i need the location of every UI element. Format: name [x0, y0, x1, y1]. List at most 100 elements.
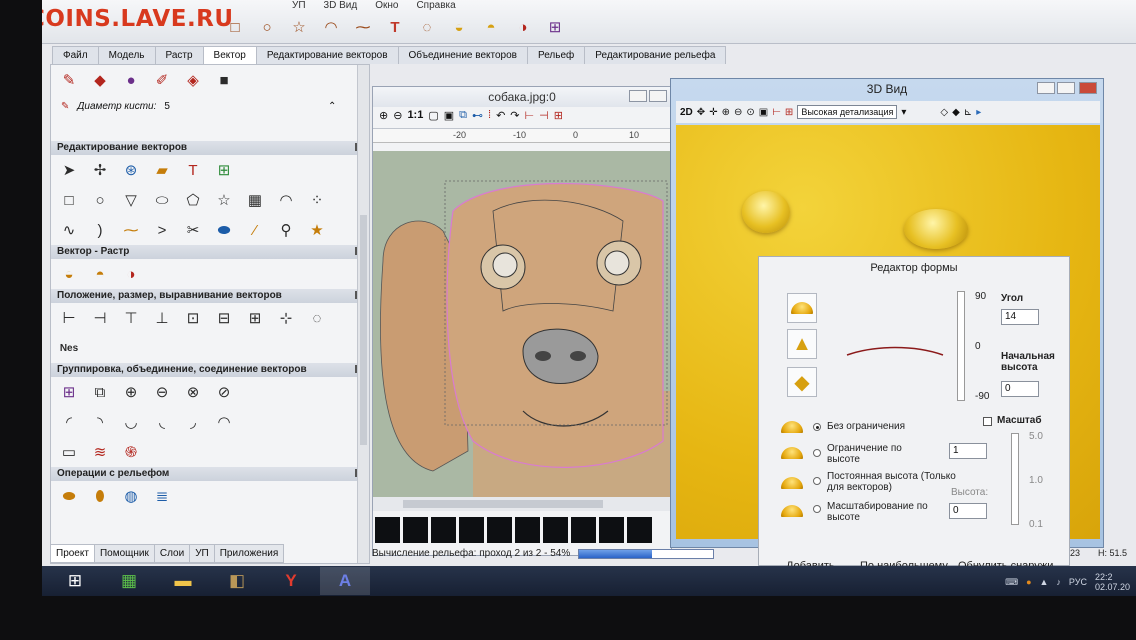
intersect-icon[interactable]: ⊗ — [181, 381, 205, 403]
ruler-icon[interactable]: ⊢ — [772, 107, 781, 118]
center-vertical-icon[interactable]: ⊟ — [212, 307, 236, 329]
text-icon[interactable]: T — [382, 14, 408, 40]
snap-icon[interactable]: ⊷ — [472, 109, 483, 126]
move-icon[interactable]: ✛ — [709, 107, 717, 118]
vector-to-raster-icon[interactable]: ◒ — [57, 263, 81, 285]
chevron-up-icon[interactable]: ⌃ — [328, 101, 336, 112]
antivirus-icon[interactable]: ● — [1026, 577, 1031, 587]
menu-help[interactable]: Справка — [416, 0, 455, 12]
panel-scrollbar[interactable] — [357, 65, 369, 563]
frame-thumb[interactable] — [515, 517, 540, 543]
grid-icon[interactable]: ⊞ — [554, 109, 563, 126]
tab-vector[interactable]: Вектор — [202, 46, 257, 64]
material-icon[interactable]: ◆ — [952, 107, 960, 118]
drive-icon[interactable]: ▰ — [150, 159, 174, 181]
frame-thumb[interactable] — [571, 517, 596, 543]
zoom-out-icon[interactable]: ⊖ — [393, 109, 402, 126]
eraser-icon[interactable]: ◈ — [181, 69, 205, 91]
yandex-browser-icon[interactable]: Y — [266, 567, 316, 595]
brush-diameter-value[interactable]: 5 — [164, 101, 170, 112]
shading-icon[interactable]: ◇ — [940, 107, 948, 118]
zoom-ratio[interactable]: 1:1 — [407, 109, 423, 126]
align-top-icon[interactable]: ⊤ — [119, 307, 143, 329]
color-swatch-icon[interactable]: ■ — [212, 69, 236, 91]
frame-thumb[interactable] — [431, 517, 456, 543]
star-wand-icon[interactable]: ★ — [305, 219, 329, 241]
weld-icon[interactable]: ⊕ — [119, 381, 143, 403]
transform-icon[interactable]: ⊛ — [119, 159, 143, 181]
relief-merge-icon[interactable]: ⬬ — [57, 485, 81, 507]
radio-scale-height[interactable] — [813, 505, 821, 513]
node-edit-icon[interactable]: ✢ — [88, 159, 112, 181]
tab-project[interactable]: Проект — [50, 544, 95, 563]
file-explorer-icon[interactable]: ▬ — [158, 567, 208, 595]
ruler-icon[interactable]: ⊢ — [525, 109, 535, 126]
tab-vector-combining[interactable]: Объединение векторов — [397, 46, 528, 64]
brush-icon[interactable]: ✐ — [150, 69, 174, 91]
relief-add-icon[interactable]: ⬮ — [88, 485, 112, 507]
clock[interactable]: 22:2 02.07.20 — [1095, 572, 1130, 592]
menu-3d-view[interactable]: 3D Вид — [324, 0, 358, 12]
tab-vector-editing[interactable]: Редактирование векторов — [255, 46, 399, 64]
bracket-icon[interactable]: ) — [88, 219, 112, 241]
cut-icon[interactable]: ✂ — [181, 219, 205, 241]
dotted-circle-icon[interactable]: ◌ — [414, 14, 440, 40]
keyboard-icon[interactable]: ⌨ — [1005, 577, 1018, 588]
group-icon[interactable]: ⊞ — [542, 14, 568, 40]
zoom-in-icon[interactable]: ⊕ — [722, 107, 730, 118]
offset-icon[interactable]: ◠ — [212, 411, 236, 433]
paint-icon[interactable]: ◆ — [88, 69, 112, 91]
pencil-icon[interactable]: ✎ — [57, 69, 81, 91]
scrollbar-thumb[interactable] — [403, 500, 603, 508]
option-no-limit[interactable]: Без ограничения — [827, 421, 905, 432]
circle-icon[interactable]: ○ — [88, 189, 112, 211]
tab-relief-editing[interactable]: Редактирование рельефа — [584, 46, 727, 64]
angular-profile-button[interactable]: ▲ — [787, 329, 817, 359]
arc-icon[interactable]: ◠ — [274, 189, 298, 211]
ellipse-icon[interactable]: ⬭ — [150, 189, 174, 211]
polyline-icon[interactable]: ▽ — [119, 189, 143, 211]
fillet-icon[interactable]: ◟ — [150, 411, 174, 433]
align-bottom-icon[interactable]: ⊥ — [150, 307, 174, 329]
bitmap-icon[interactable]: ◑ — [119, 263, 143, 285]
redo-icon[interactable]: ↷ — [510, 109, 519, 126]
tab-layers[interactable]: Слои — [153, 544, 191, 563]
height-limit-input[interactable]: 1 — [949, 443, 987, 459]
tab-relief[interactable]: Рельеф — [526, 46, 586, 64]
wave-pattern-icon[interactable]: ≋ — [88, 441, 112, 463]
image-scrollbar[interactable] — [373, 497, 671, 511]
section-vector-editing[interactable]: Редактирование векторов — [51, 141, 369, 155]
cylinder-icon[interactable]: ⬬ — [212, 219, 236, 241]
chamfer-icon[interactable]: ◞ — [181, 411, 205, 433]
rectangle-icon[interactable]: □ — [57, 189, 81, 211]
grid-icon[interactable]: ⊞ — [785, 107, 793, 118]
section-vector-raster[interactable]: Вектор - Растр — [51, 245, 369, 259]
raster-to-vector-icon[interactable]: ◓ — [88, 263, 112, 285]
radio-height-limit[interactable] — [813, 449, 821, 457]
store-icon[interactable]: ▦ — [104, 567, 154, 595]
spiral-icon[interactable]: ֍ — [119, 441, 143, 463]
frame-thumb[interactable] — [543, 517, 568, 543]
circle-icon[interactable]: ○ — [254, 14, 280, 40]
tab-applications[interactable]: Приложения — [213, 544, 285, 563]
spline-icon[interactable]: ∿ — [57, 219, 81, 241]
axis-icon[interactable]: ⊾ — [964, 107, 972, 118]
frame-thumb[interactable] — [403, 517, 428, 543]
arc-icon[interactable]: ◠ — [318, 14, 344, 40]
view-icon[interactable]: ▣ — [444, 109, 454, 126]
align-right-icon[interactable]: ⊣ — [88, 307, 112, 329]
option-height-limit[interactable]: Ограничение по высоте — [827, 443, 927, 465]
menu-up[interactable]: УП — [292, 0, 306, 12]
round-profile-button[interactable] — [787, 293, 817, 323]
tab-toolpaths[interactable]: УП — [189, 544, 215, 563]
height-input[interactable]: 0 — [949, 503, 987, 519]
volume-icon[interactable]: ♪ — [1056, 577, 1061, 587]
tab-assistant[interactable]: Помощник — [93, 544, 155, 563]
pan-icon[interactable]: ✥ — [697, 107, 705, 118]
image-canvas[interactable] — [373, 151, 671, 497]
join-2-icon[interactable]: ◝ — [88, 411, 112, 433]
ungroup-icon[interactable]: ⧉ — [88, 381, 112, 403]
group-icon[interactable]: ⊞ — [57, 381, 81, 403]
select-arrow-icon[interactable]: ➤ — [57, 159, 81, 181]
curve-icon[interactable]: ⁓ — [350, 14, 376, 40]
